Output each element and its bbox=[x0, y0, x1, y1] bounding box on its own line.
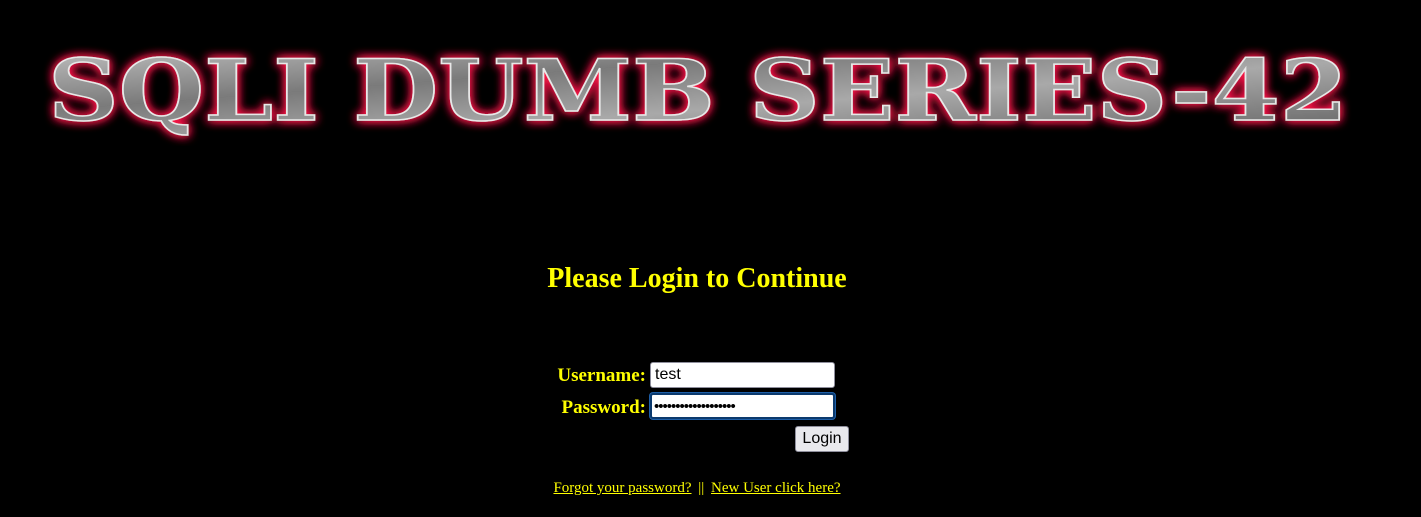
account-links: Forgot your password? || New User click … bbox=[0, 478, 1394, 498]
forgot-password-link[interactable]: Forgot your password? bbox=[553, 480, 691, 496]
new-user-link[interactable]: New User click here? bbox=[711, 480, 841, 496]
password-input[interactable]: ••••••••••••••••••• bbox=[650, 393, 835, 419]
login-heading: Please Login to Continue bbox=[547, 263, 847, 294]
username-label: Username: bbox=[557, 365, 646, 386]
login-button[interactable]: Login bbox=[795, 426, 849, 452]
banner-text: SQLI DUMB SERIES-42 bbox=[48, 41, 1348, 140]
sqli-dumb-series-banner: SQLI DUMB SERIES-42 bbox=[47, 40, 1349, 141]
username-input[interactable]: test bbox=[650, 362, 835, 388]
link-separator: || bbox=[698, 480, 705, 496]
password-label: Password: bbox=[561, 397, 646, 418]
